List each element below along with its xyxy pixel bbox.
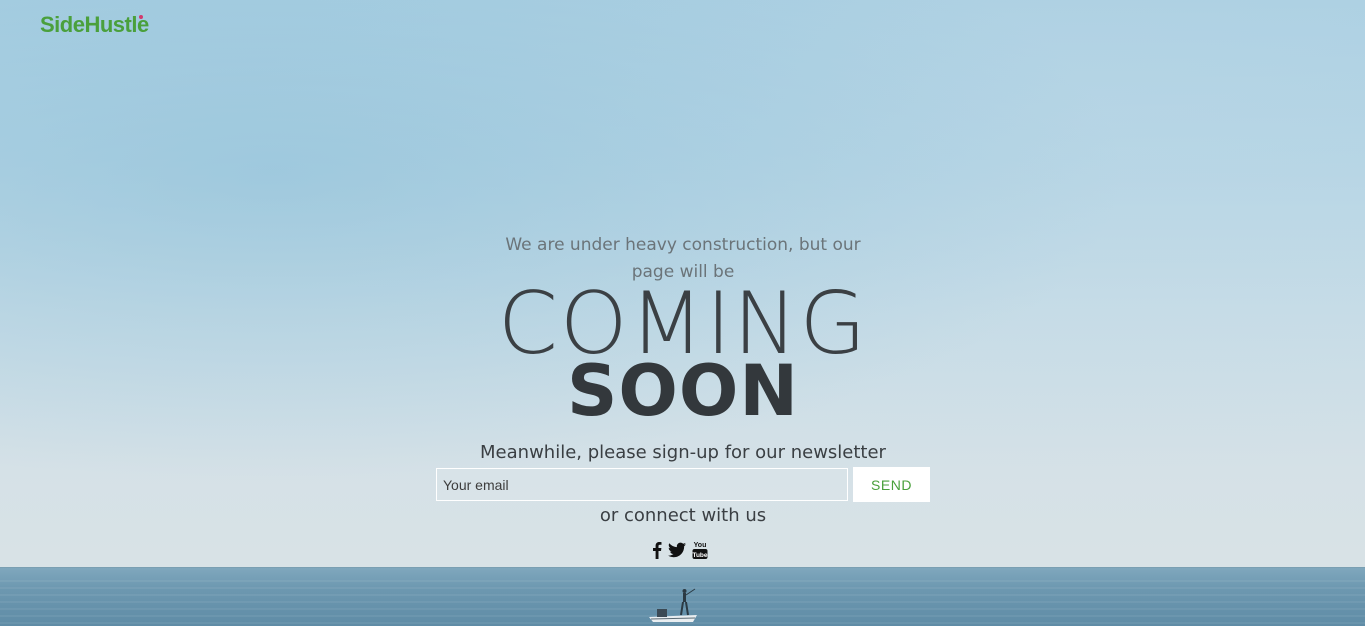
send-button[interactable]: SEND	[853, 467, 930, 502]
facebook-icon[interactable]	[652, 541, 662, 559]
svg-text:Tube: Tube	[692, 552, 707, 559]
logo-accent-dot	[139, 15, 143, 19]
youtube-icon[interactable]: You Tube	[692, 540, 708, 560]
newsletter-prompt: Meanwhile, please sign-up for our newsle…	[480, 442, 886, 463]
boat-image	[649, 588, 697, 622]
headline-soon: SOON	[566, 350, 799, 432]
logo[interactable]: SideHustle	[40, 12, 149, 38]
email-input[interactable]	[436, 468, 848, 501]
twitter-icon[interactable]	[668, 542, 686, 558]
connect-prompt: or connect with us	[599, 505, 767, 526]
logo-text: SideHustle	[40, 12, 149, 37]
social-links: You Tube	[652, 539, 708, 561]
svg-text:You: You	[694, 542, 707, 549]
